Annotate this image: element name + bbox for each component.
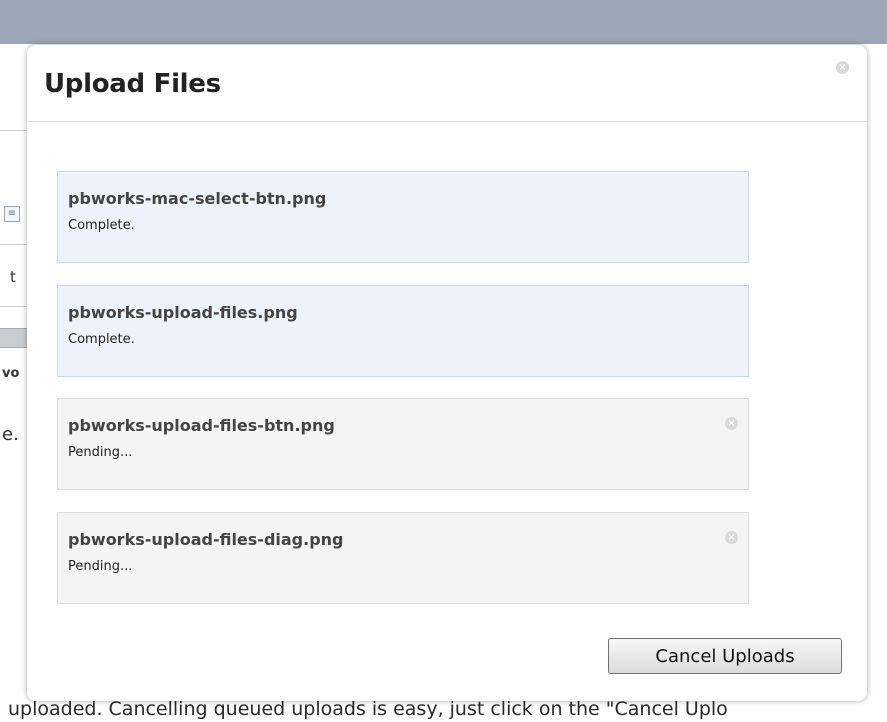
- close-icon[interactable]: ×: [836, 61, 849, 74]
- background-header-bar: [0, 0, 887, 44]
- editor-toolbar-icon[interactable]: ≡: [4, 206, 20, 222]
- background-text-fragment: t: [10, 268, 16, 286]
- dialog-header: Upload Files ×: [27, 45, 867, 122]
- remove-upload-icon[interactable]: ×: [725, 531, 738, 544]
- background-divider: [0, 130, 30, 131]
- upload-status: Pending...: [68, 559, 133, 574]
- upload-file-name: pbworks-upload-files.png: [68, 303, 298, 322]
- upload-item: pbworks-mac-select-btn.png Complete.: [57, 171, 749, 263]
- upload-file-name: pbworks-upload-files-btn.png: [68, 416, 335, 435]
- background-body-text: uploaded. Cancelling queued uploads is e…: [8, 698, 728, 720]
- upload-files-dialog: Upload Files × pbworks-mac-select-btn.pn…: [27, 45, 867, 701]
- upload-file-name: pbworks-mac-select-btn.png: [68, 189, 327, 208]
- background-divider: [0, 244, 30, 245]
- upload-status: Complete.: [68, 332, 135, 347]
- upload-file-name: pbworks-upload-files-diag.png: [68, 530, 344, 549]
- upload-item: pbworks-upload-files-btn.png Pending... …: [57, 398, 749, 490]
- remove-upload-icon[interactable]: ×: [725, 417, 738, 430]
- cancel-uploads-button[interactable]: Cancel Uploads: [608, 638, 842, 674]
- background-text-fragment: vo: [2, 366, 20, 381]
- dialog-title: Upload Files: [44, 69, 221, 99]
- upload-status: Pending...: [68, 445, 133, 460]
- upload-status: Complete.: [68, 218, 135, 233]
- upload-item: pbworks-upload-files.png Complete.: [57, 285, 749, 377]
- upload-item: pbworks-upload-files-diag.png Pending...…: [57, 512, 749, 604]
- background-grey-bar: [0, 328, 30, 348]
- screen: ≡ t vo e. uploaded. Cancelling queued up…: [0, 0, 887, 722]
- background-divider: [0, 306, 30, 307]
- background-text-fragment: e.: [2, 424, 19, 445]
